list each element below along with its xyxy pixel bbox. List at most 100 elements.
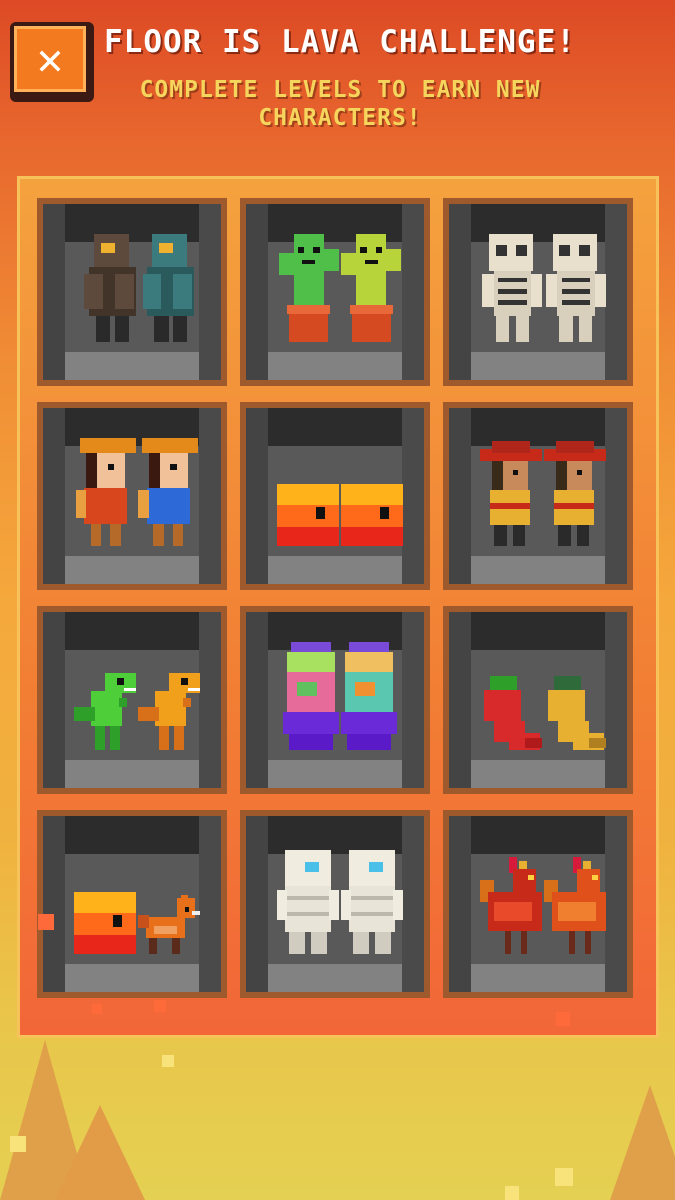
character-slot-lava-blob-pair[interactable] <box>240 402 430 590</box>
sprite-pixel <box>561 289 591 294</box>
sprite-pixel <box>546 273 558 307</box>
character-slot-lava-lamp-pair[interactable] <box>240 606 430 794</box>
sprite-pixel <box>561 278 591 283</box>
character-slot-robot-pair[interactable] <box>37 198 227 386</box>
character-slot-skeleton-pair[interactable] <box>443 198 633 386</box>
sprite-pixel <box>482 273 494 307</box>
blob-character <box>277 484 339 546</box>
sprite-pixel <box>556 440 594 453</box>
slot-floor <box>43 760 221 788</box>
sprite-pixel <box>74 706 95 721</box>
sprite-pixel <box>172 524 184 546</box>
sprite-pixel <box>181 895 188 903</box>
sprite-pixel <box>329 890 339 920</box>
pepper-character <box>480 675 542 750</box>
sprite-pixel <box>497 289 527 294</box>
sprite-pixel <box>94 725 105 750</box>
sprite-pixel <box>154 316 169 342</box>
close-button-face[interactable]: ✕ <box>14 26 86 92</box>
sprite-pixel <box>315 507 326 519</box>
spark <box>505 1186 519 1200</box>
pepper-character <box>544 675 606 750</box>
sprite-pixel <box>297 246 305 254</box>
character-slot-explorer-pair[interactable] <box>37 402 227 590</box>
close-button[interactable]: ✕ <box>10 22 94 102</box>
sprite-pixel <box>287 652 335 672</box>
sprite-pixel <box>96 316 111 342</box>
character-slot-phoenix-pair[interactable] <box>443 810 633 998</box>
sprite-pixel <box>74 892 136 914</box>
sprite-pixel <box>513 525 526 546</box>
sprite-pixel <box>285 886 331 932</box>
sprite-pixel <box>293 234 324 310</box>
sprite-pixel <box>351 309 391 342</box>
skeleton-character <box>480 234 542 342</box>
sprite-pixel <box>559 315 573 342</box>
phoenix-character <box>544 857 606 954</box>
lamp-character <box>341 642 397 750</box>
character-slot-pepper-pair[interactable] <box>443 606 633 794</box>
mountain-left-2 <box>55 1105 145 1200</box>
sprite-pixel <box>493 901 533 922</box>
sprite-pixel <box>84 487 128 525</box>
spark <box>555 1168 573 1186</box>
sprite-pixel <box>289 932 305 954</box>
character-slot-cactus-pair[interactable] <box>240 198 430 386</box>
character-shelf <box>17 176 659 1038</box>
sprite-pixel <box>114 273 134 310</box>
sprite-pixel <box>589 737 606 748</box>
blob-character <box>74 892 136 954</box>
character-slot-firefighter-pair[interactable] <box>443 402 633 590</box>
sprite-pixel <box>91 691 123 726</box>
slot-sidewall-r <box>199 204 221 380</box>
sprite-pixel <box>158 725 169 750</box>
sprite-pixel <box>323 249 339 271</box>
sprite-pixel <box>355 682 375 696</box>
slot-sidewall-r <box>402 204 424 380</box>
character-slot-blob-fox-pair[interactable] <box>37 810 227 998</box>
mummy-character <box>277 850 339 954</box>
sprite-pixel <box>356 234 387 310</box>
slot-floor <box>246 352 424 380</box>
sprite-pixel <box>495 245 507 257</box>
sprite-pixel <box>349 912 395 916</box>
sprite-pixel <box>148 938 157 954</box>
sprite-pixel <box>75 489 87 518</box>
sprite-pixel <box>554 502 594 509</box>
slot-floor <box>43 352 221 380</box>
sprite-pixel <box>341 484 403 506</box>
sprite-pixel <box>142 273 162 310</box>
sprite-pixel <box>353 932 369 954</box>
slot-sidewall-l <box>246 612 268 788</box>
sprite-pixel <box>579 315 593 342</box>
slot-sidewall-r <box>199 408 221 584</box>
character-slot-mummy-pair[interactable] <box>240 810 430 998</box>
sprite-pixel <box>349 896 395 900</box>
close-x-icon[interactable]: ✕ <box>17 29 83 89</box>
slot-topwall <box>246 408 424 446</box>
slot-sidewall-l <box>449 204 471 380</box>
sprite-pixel <box>579 245 591 257</box>
sprite-pixel <box>305 862 319 872</box>
slot-floor <box>246 760 424 788</box>
sprite-pixel <box>277 526 339 546</box>
slot-topwall <box>43 816 221 854</box>
slot-floor <box>43 964 221 992</box>
sprite-pixel <box>278 253 294 276</box>
slot-floor <box>449 556 627 584</box>
sprite-pixel <box>118 698 128 707</box>
sprite-pixel <box>558 525 571 546</box>
sprite-pixel <box>349 642 389 652</box>
sprite-pixel <box>490 675 518 691</box>
slot-floor <box>449 964 627 992</box>
blob-character <box>341 484 403 546</box>
slot-sidewall-l <box>43 408 65 584</box>
sprite-pixel <box>100 243 115 253</box>
slot-sidewall-l <box>449 408 471 584</box>
sprite-pixel <box>347 734 391 750</box>
sprite-pixel <box>569 930 575 954</box>
sprite-pixel <box>495 315 509 342</box>
character-slot-dino-pair[interactable] <box>37 606 227 794</box>
sprite-pixel <box>505 930 511 954</box>
sprite-pixel <box>277 890 287 920</box>
